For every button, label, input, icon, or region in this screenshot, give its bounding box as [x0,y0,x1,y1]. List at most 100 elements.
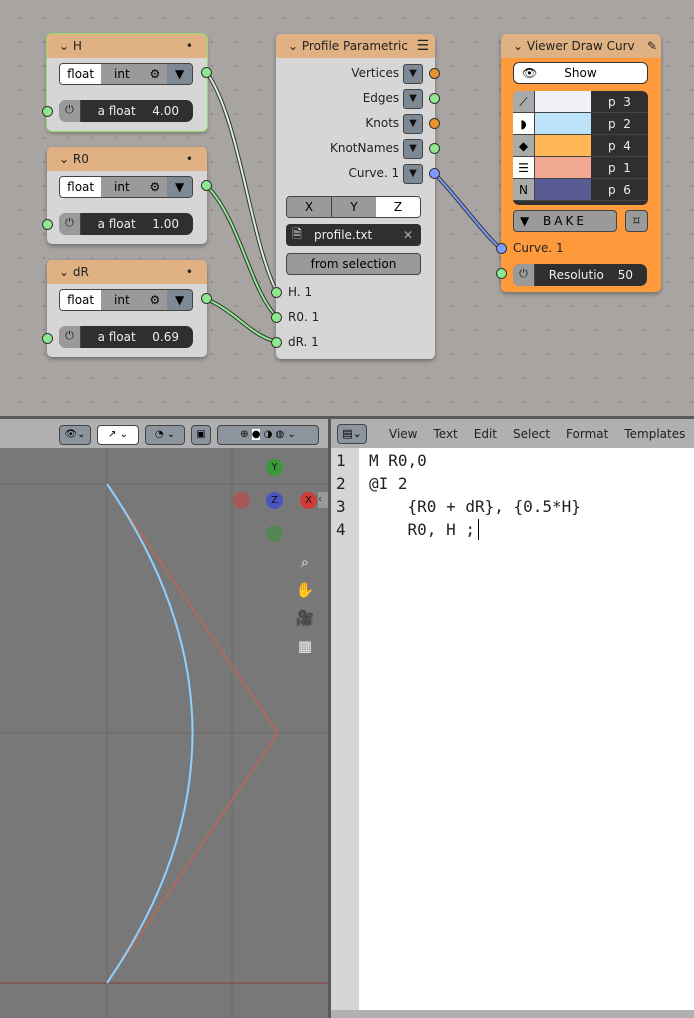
grid-perspective-icon[interactable]: ▦ [295,632,315,660]
chevron-down-icon[interactable]: ▼ [167,290,192,310]
gizmo-neg-x[interactable] [233,492,250,509]
input-socket[interactable] [271,312,282,323]
chevron-down-icon[interactable]: ▼ [403,88,423,109]
node-dr[interactable]: ⌄ dR • float int ⚙ ▼ ⏻ a float 0.69 [47,260,207,357]
menu-select[interactable]: Select [505,427,558,441]
menu-format[interactable]: Format [558,427,616,441]
point-size-field[interactable]: p 4 [591,135,648,156]
edge-icon[interactable]: ◗ [513,113,535,134]
mode-float[interactable]: float [60,177,102,197]
node-header[interactable]: ⌄ H • [47,34,207,58]
output-socket[interactable] [429,68,440,79]
color-swatch[interactable] [535,135,591,156]
point-size-field[interactable]: p 2 [591,113,648,134]
code-line[interactable]: R0, H ; [369,520,475,539]
hand-pan-icon[interactable]: ✋ [295,576,315,604]
knot-icon[interactable]: ◆ [513,135,535,156]
chevron-down-icon[interactable]: ▼ [403,63,423,84]
input-socket[interactable] [271,287,282,298]
overlays-button[interactable]: ◔ ⌄ [145,425,185,445]
chevron-down-icon[interactable]: ▼ [403,163,423,184]
axis-y[interactable]: Y [332,197,376,217]
point-size-field[interactable]: p 6 [591,179,648,200]
name-icon[interactable]: N [513,179,535,200]
chevron-down-icon[interactable]: ▼ [167,177,192,197]
input-socket[interactable] [496,268,507,279]
zoom-icon[interactable]: ⌕ [295,548,315,576]
input-socket[interactable] [271,337,282,348]
value-field[interactable]: ⏻ a float 1.00 [59,213,193,235]
node-header[interactable]: ⌄ R0 • [47,147,207,171]
mode-int[interactable]: int [101,290,143,310]
file-field[interactable]: 🗎 profile.txt ✕ [286,224,421,246]
axis-z[interactable]: Z [376,197,420,217]
mode-selector[interactable]: float int ⚙ ▼ [59,289,193,311]
view-object-types-button[interactable]: 👁⌄ [59,425,91,445]
node-r0[interactable]: ⌄ R0 • float int ⚙ ▼ ⏻ a float 1.00 [47,147,207,244]
input-socket[interactable] [42,106,53,117]
chevron-down-icon[interactable]: ▼ [403,113,423,134]
output-socket[interactable] [429,118,440,129]
resolution-field[interactable]: ⏻ Resolutio 50 [513,264,647,286]
gear-icon[interactable]: ⚙ [142,290,168,310]
code-line[interactable]: @I 2 [369,474,408,493]
node-header[interactable]: ⌄ dR • [47,260,207,284]
shading-buttons[interactable]: ⊕ ● ◑ ◍ ⌄ [217,425,319,445]
output-socket[interactable] [429,143,440,154]
node-viewer-draw-curve[interactable]: ⌄ Viewer Draw Curv ✎ 👁 Show ⟋ p 3 ◗ p 2 ◆ p 4 ☰ p… [501,34,661,292]
output-socket[interactable] [429,168,440,179]
code-line[interactable]: {R0 + dR}, {0.5*H} [369,497,581,516]
line-icon[interactable]: ☰ [513,157,535,178]
gear-icon[interactable]: ⚙ [142,177,168,197]
gear-icon[interactable]: ⚙ [142,64,168,84]
axis-x[interactable]: X [287,197,332,217]
color-swatch[interactable] [535,113,591,134]
mode-int[interactable]: int [101,177,143,197]
chevron-down-icon[interactable]: ▼ [403,138,423,159]
show-toggle[interactable]: 👁 Show [513,62,648,84]
vertex-icon[interactable]: ⟋ [513,91,535,112]
mode-float[interactable]: float [60,64,102,84]
node-header[interactable]: ⌄ Profile Parametric ☰ [276,34,435,58]
menu-text[interactable]: Text [425,427,465,441]
editor-type-button[interactable]: ▤⌄ [337,423,367,444]
close-icon[interactable]: ✕ [403,228,421,242]
mode-int[interactable]: int [101,64,143,84]
input-socket[interactable] [42,219,53,230]
menu-edit[interactable]: Edit [466,427,505,441]
chevron-down-icon[interactable]: ▼ [167,64,192,84]
gizmo-z[interactable]: Z [266,492,283,509]
bake-button[interactable]: ▼ BAKE [513,210,617,232]
gizmo-neg-y[interactable] [266,525,283,542]
from-selection-button[interactable]: from selection [286,253,421,275]
mode-selector[interactable]: float int ⚙ ▼ [59,63,193,85]
point-size-field[interactable]: p 1 [591,157,648,178]
extra-button[interactable]: ⌑ [625,210,648,232]
node-header[interactable]: ⌄ Viewer Draw Curv ✎ [501,34,661,58]
color-swatch[interactable] [535,91,591,112]
gizmo-y[interactable]: Y [266,459,283,476]
color-swatch[interactable] [535,179,591,200]
gizmo-x[interactable]: X [300,492,317,509]
code-line[interactable]: M R0,0 [369,451,427,470]
output-socket[interactable] [201,293,212,304]
gizmo-toggle-button[interactable]: ↗ ⌄ [97,425,139,445]
input-socket[interactable] [42,333,53,344]
output-socket[interactable] [201,180,212,191]
color-swatch[interactable] [535,157,591,178]
menu-view[interactable]: View [381,427,425,441]
value-field[interactable]: ⏻ a float 0.69 [59,326,193,348]
3d-viewport[interactable]: Y Z X ⌕ ✋ 🎥 ▦ ‹ [0,448,328,1018]
menu-templates[interactable]: Templates [616,427,693,441]
sidebar-toggle[interactable]: ‹ [318,492,328,508]
point-size-field[interactable]: p 3 [591,91,648,112]
input-socket[interactable] [496,243,507,254]
output-socket[interactable] [201,67,212,78]
xray-button[interactable]: ▣ [191,425,211,445]
mode-float[interactable]: float [60,290,102,310]
node-h[interactable]: ⌄ H • float int ⚙ ▼ ⏻ a float 4.00 [46,33,208,132]
node-profile-parametric[interactable]: ⌄ Profile Parametric ☰ Vertices ▼ Edges ▼… [276,34,435,359]
camera-icon[interactable]: 🎥 [295,604,315,632]
value-field[interactable]: ⏻ a float 4.00 [59,100,193,122]
axis-selector[interactable]: XYZ [286,196,421,218]
